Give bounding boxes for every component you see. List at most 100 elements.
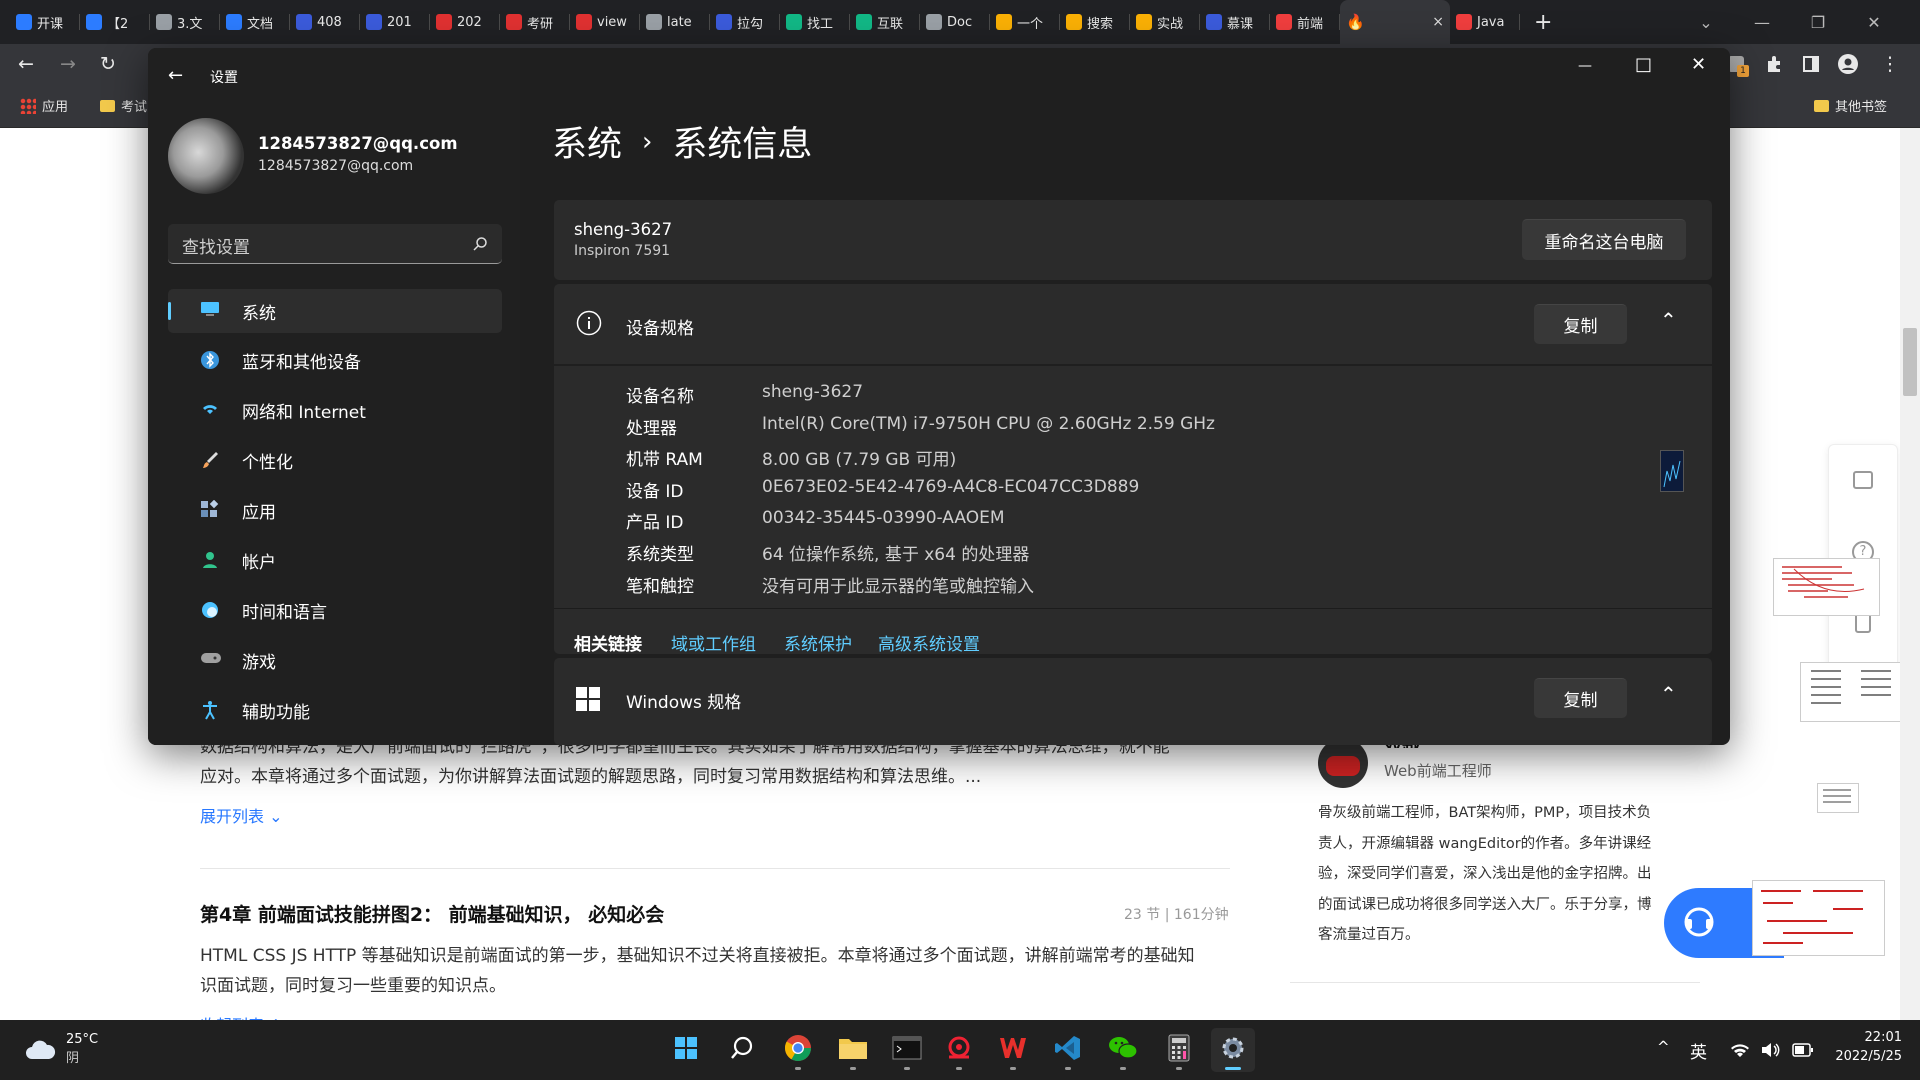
account-avatar[interactable] bbox=[168, 118, 244, 194]
search-button[interactable] bbox=[720, 1028, 764, 1072]
browser-tab[interactable]: 201 bbox=[360, 0, 430, 44]
bookmark-apps[interactable]: 应用 bbox=[20, 96, 68, 115]
sidebar-item-bluetooth[interactable]: 蓝牙和其他设备 bbox=[168, 338, 502, 382]
browser-minimize-button[interactable]: — bbox=[1734, 0, 1790, 44]
ime-indicator[interactable]: 英 bbox=[1690, 1038, 1707, 1063]
breadcrumb-parent-system[interactable]: 系统 bbox=[552, 116, 622, 167]
calculator-app[interactable] bbox=[1157, 1028, 1201, 1072]
sidebar-item-gamepad[interactable]: 游戏 bbox=[168, 638, 502, 682]
active-tab[interactable]: 🔥 × bbox=[1340, 0, 1450, 44]
browser-tab[interactable]: 【2 bbox=[80, 0, 150, 44]
copy-windows-specs-button[interactable]: 复制 bbox=[1534, 678, 1627, 718]
browser-tab[interactable]: 慕课 bbox=[1200, 0, 1270, 44]
settings-back-icon[interactable]: ← bbox=[168, 65, 183, 86]
browser-tab[interactable]: 搜索 bbox=[1060, 0, 1130, 44]
browser-tab[interactable]: 考研 bbox=[500, 0, 570, 44]
chrome-app[interactable] bbox=[776, 1028, 820, 1072]
scrollbar-thumb[interactable] bbox=[1903, 328, 1917, 396]
tab-favicon-icon bbox=[436, 14, 452, 30]
wifi-icon[interactable] bbox=[1730, 1042, 1750, 1058]
chevron-up-icon[interactable]: ⌃ bbox=[1660, 682, 1677, 706]
rename-pc-button[interactable]: 重命名这台电脑 bbox=[1522, 219, 1686, 260]
feedback-icon[interactable] bbox=[1853, 471, 1873, 489]
settings-app[interactable] bbox=[1211, 1028, 1255, 1072]
browser-tab[interactable]: 拉勾 bbox=[710, 0, 780, 44]
sidebar-item-brush[interactable]: 个性化 bbox=[168, 438, 502, 482]
windows-specs-header[interactable]: Windows 规格 复制 ⌃ bbox=[554, 658, 1712, 745]
link-system-protection[interactable]: 系统保护 bbox=[784, 630, 852, 655]
browser-close-button[interactable]: ✕ bbox=[1846, 0, 1902, 44]
wps-app[interactable] bbox=[991, 1028, 1035, 1072]
forward-button[interactable]: → bbox=[54, 50, 82, 78]
screenshot-thumbnail[interactable] bbox=[1660, 450, 1684, 492]
browser-tab[interactable]: 找工 bbox=[780, 0, 850, 44]
sidebar-item-wifi[interactable]: 网络和 Internet bbox=[168, 388, 502, 432]
spec-label: 设备名称 bbox=[626, 387, 694, 407]
settings-search-box[interactable]: 查找设置 bbox=[168, 224, 502, 264]
running-indicator bbox=[956, 1067, 962, 1070]
browser-tab[interactable]: 3.文 bbox=[150, 0, 220, 44]
device-specs-header[interactable]: 设备规格 复制 ⌃ bbox=[554, 284, 1712, 364]
snail-app[interactable] bbox=[937, 1028, 981, 1072]
vscode-app[interactable] bbox=[1046, 1028, 1090, 1072]
browser-tab[interactable]: 前端 bbox=[1270, 0, 1340, 44]
sidebar-item-accessibility[interactable]: 辅助功能 bbox=[168, 688, 502, 732]
chevron-up-icon[interactable]: ⌃ bbox=[1660, 308, 1677, 332]
flame-icon bbox=[1456, 14, 1472, 30]
browser-tab[interactable]: 一个 bbox=[990, 0, 1060, 44]
expand-list-link[interactable]: 展开列表 ⌄ bbox=[200, 803, 283, 827]
file-explorer-app[interactable] bbox=[831, 1028, 875, 1072]
terminal-app[interactable] bbox=[885, 1028, 929, 1072]
volume-icon[interactable] bbox=[1760, 1042, 1780, 1058]
browser-tab[interactable]: view bbox=[570, 0, 640, 44]
chapter-title[interactable]: 第4章 前端面试技能拼图2： 前端基础知识， 必知必会 bbox=[200, 900, 664, 927]
close-tab-icon[interactable]: × bbox=[1432, 14, 1444, 30]
sidebar-item-person[interactable]: 帐户 bbox=[168, 538, 502, 582]
reload-button[interactable]: ↻ bbox=[94, 50, 122, 78]
bookmark-folder-other[interactable]: 其他书签 bbox=[1814, 96, 1887, 115]
settings-minimize-button[interactable]: — bbox=[1578, 58, 1592, 74]
clock[interactable]: 22:01 2022/5/25 bbox=[1830, 1030, 1902, 1064]
screenshot-thumbnail[interactable] bbox=[1817, 783, 1859, 813]
browser-tab[interactable]: 开课 bbox=[10, 0, 80, 44]
sidebar-item-globe[interactable]: 时间和语言 bbox=[168, 588, 502, 632]
start-button[interactable] bbox=[664, 1028, 708, 1072]
browser-restore-button[interactable]: ❐ bbox=[1790, 0, 1846, 44]
browser-menu-icon[interactable]: ⋮ bbox=[1876, 50, 1904, 78]
browser-tab[interactable]: 互联 bbox=[850, 0, 920, 44]
gamepad-icon bbox=[200, 650, 221, 670]
bookmark-folder-kaoshi[interactable]: 考试 bbox=[100, 96, 147, 115]
weather-widget[interactable]: 25°C 阴 bbox=[24, 1032, 98, 1066]
folder-icon bbox=[838, 1035, 868, 1065]
browser-tab[interactable]: 202 bbox=[430, 0, 500, 44]
page-scrollbar[interactable] bbox=[1900, 128, 1920, 1020]
settings-maximize-button[interactable]: □ bbox=[1635, 54, 1652, 75]
back-button[interactable]: ← bbox=[12, 50, 40, 78]
wechat-app[interactable] bbox=[1101, 1028, 1145, 1072]
browser-tab[interactable]: 408 bbox=[290, 0, 360, 44]
running-indicator bbox=[1010, 1067, 1016, 1070]
screenshot-thumbnail[interactable] bbox=[1773, 558, 1880, 616]
browser-tab[interactable]: late bbox=[640, 0, 710, 44]
settings-close-button[interactable]: ✕ bbox=[1691, 54, 1706, 75]
link-advanced-system-settings[interactable]: 高级系统设置 bbox=[878, 630, 980, 655]
copy-device-specs-button[interactable]: 复制 bbox=[1534, 304, 1627, 344]
screenshot-thumbnail[interactable] bbox=[1800, 662, 1906, 722]
browser-tab[interactable]: 实战 bbox=[1130, 0, 1200, 44]
browser-tab[interactable]: 文档 bbox=[220, 0, 290, 44]
side-panel-icon[interactable] bbox=[1797, 50, 1825, 78]
tab-search-dropdown-icon[interactable]: ⌄ bbox=[1678, 0, 1734, 44]
link-domain-workgroup[interactable]: 域或工作组 bbox=[671, 630, 756, 655]
profile-avatar-icon[interactable] bbox=[1834, 50, 1862, 78]
new-tab-button[interactable]: + bbox=[1534, 10, 1552, 35]
sidebar-item-apps[interactable]: 应用 bbox=[168, 488, 502, 532]
tray-overflow-chevron-icon[interactable]: ^ bbox=[1657, 1038, 1670, 1056]
tab-java[interactable]: Java bbox=[1450, 0, 1520, 44]
sidebar-item-monitor[interactable]: 系统 bbox=[168, 289, 502, 333]
running-indicator bbox=[1120, 1067, 1126, 1070]
search-icon[interactable] bbox=[472, 236, 488, 252]
battery-icon[interactable] bbox=[1792, 1043, 1814, 1057]
browser-tab[interactable]: Doc bbox=[920, 0, 990, 44]
extensions-puzzle-icon[interactable] bbox=[1760, 50, 1788, 78]
screenshot-thumbnail[interactable] bbox=[1752, 880, 1885, 956]
